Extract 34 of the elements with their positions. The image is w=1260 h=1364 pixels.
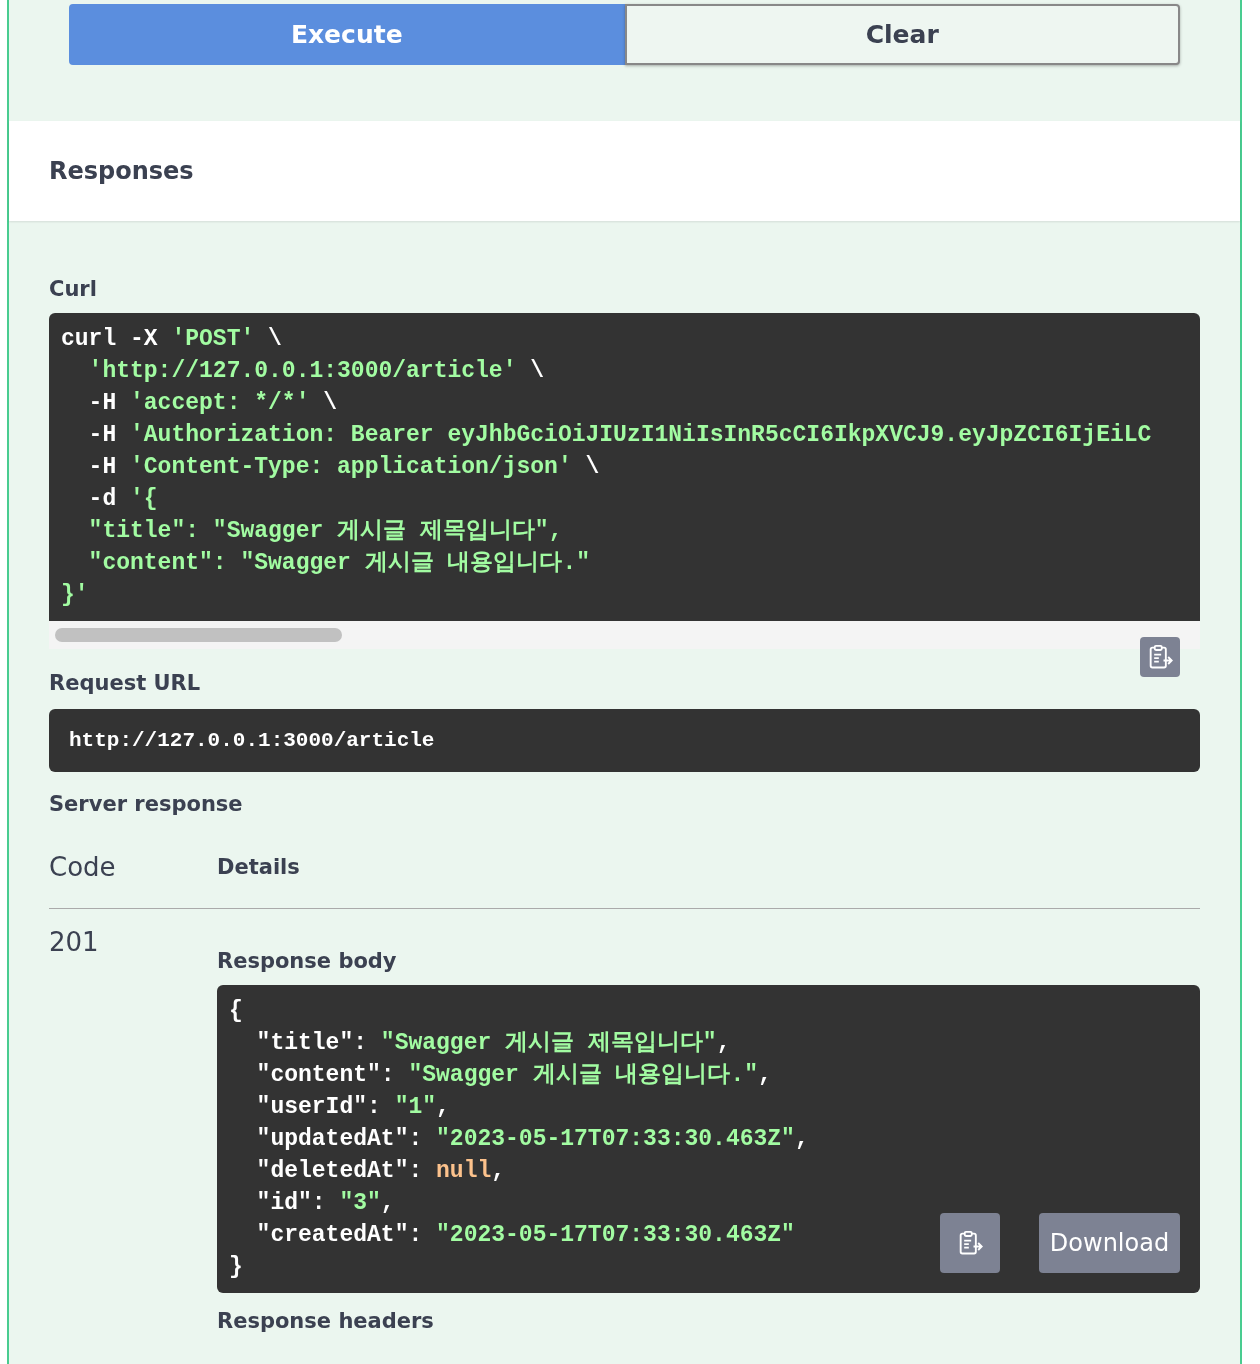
code-line: "createdAt": "2023-05-17T07:33:30.463Z"	[255, 1221, 795, 1250]
code-line: 'http://127.0.0.1:3000/article' \	[87, 357, 545, 386]
code-line: -H 'accept: */*' \	[87, 389, 338, 418]
code-line: -H 'Content-Type: application/json' \	[87, 453, 600, 482]
field-label: Response headers	[217, 1309, 435, 1333]
clear-button[interactable]: Clear	[624, 4, 1180, 65]
code-line: }	[229, 1253, 243, 1282]
code-line: "deletedAt": null,	[255, 1157, 506, 1186]
code-line: "content": "Swagger 게시글 내용입니다."	[87, 549, 591, 578]
execute-button[interactable]: Execute	[69, 4, 625, 65]
code-line: "updatedAt": "2023-05-17T07:33:30.463Z",	[255, 1125, 809, 1154]
field-label: Server response	[49, 792, 244, 816]
copy-button[interactable]	[940, 1213, 1000, 1273]
field-label: Request URL	[49, 671, 202, 695]
column-header: Details	[217, 855, 300, 879]
field-label: Response body	[217, 949, 398, 973]
code-line: "content": "Swagger 게시글 내용입니다.",	[255, 1061, 772, 1090]
column-header: Code	[49, 852, 117, 882]
code-line: "title": "Swagger 게시글 제목입니다",	[255, 1029, 731, 1058]
code-line: {	[229, 997, 243, 1026]
scrollbar-thumb[interactable]	[55, 628, 342, 642]
section-title: Responses	[49, 157, 194, 185]
download-button[interactable]: Download	[1039, 1213, 1180, 1273]
code-line: -H 'Authorization: Bearer eyJhbGciOiJIUzI1NiIsInR5cCI6IkpXVCJ9.eyJpZCI6IjEiLC	[87, 421, 1152, 450]
copy-button[interactable]	[1140, 637, 1180, 677]
code-line: "userId": "1",	[255, 1093, 450, 1122]
code-line: }'	[61, 581, 89, 610]
status-code: 201	[49, 927, 100, 959]
code-line: curl -X 'POST' \	[61, 325, 282, 354]
field-label: Curl	[49, 277, 98, 301]
code-line: "title": "Swagger 게시글 제목입니다",	[87, 517, 563, 546]
code-line: -d '{	[87, 485, 158, 514]
url-block: http://127.0.0.1:3000/article	[49, 709, 1200, 772]
code-line: "id": "3",	[255, 1189, 395, 1218]
